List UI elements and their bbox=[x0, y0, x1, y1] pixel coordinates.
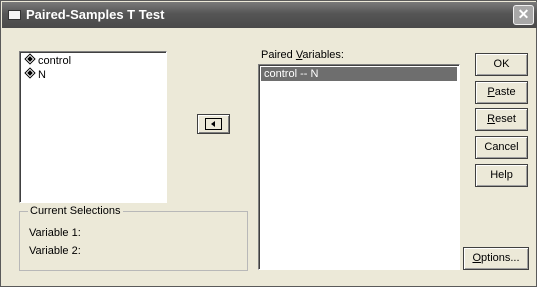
scale-variable-icon bbox=[24, 53, 36, 65]
variable1-label: Variable 1: bbox=[29, 227, 81, 239]
variable-name: control bbox=[38, 55, 72, 67]
paired-row-selected[interactable]: control -- N bbox=[261, 67, 457, 81]
paired-variables-list[interactable]: control -- N bbox=[258, 64, 460, 270]
variable2-label: Variable 2: bbox=[29, 245, 81, 257]
variable-name: N bbox=[38, 69, 46, 81]
move-variable-button[interactable] bbox=[197, 114, 230, 134]
options-button[interactable]: Options... bbox=[463, 247, 529, 270]
help-button[interactable]: Help bbox=[475, 164, 528, 187]
window-icon bbox=[8, 10, 21, 20]
scale-variable-icon bbox=[24, 67, 36, 79]
paired-samples-dialog: Paired-Samples T Test ✕ control N Curren… bbox=[0, 0, 537, 287]
reset-button[interactable]: Reset bbox=[475, 108, 528, 131]
close-icon: ✕ bbox=[517, 6, 530, 22]
title-bar: Paired-Samples T Test ✕ bbox=[2, 2, 537, 28]
current-selections-title: Current Selections bbox=[28, 205, 123, 217]
close-button[interactable]: ✕ bbox=[513, 5, 534, 25]
source-variable-list[interactable]: control N bbox=[19, 51, 167, 203]
list-item-n[interactable]: N bbox=[24, 67, 46, 82]
current-selections-group: Current Selections Variable 1: Variable … bbox=[19, 205, 248, 271]
paste-button[interactable]: Paste bbox=[475, 81, 528, 104]
move-left-arrow-icon bbox=[205, 118, 222, 130]
list-item-control[interactable]: control bbox=[24, 53, 72, 68]
ok-button[interactable]: OK bbox=[475, 53, 528, 76]
cancel-button[interactable]: Cancel bbox=[475, 136, 528, 159]
paired-variables-label: Paired Variables: bbox=[261, 49, 344, 61]
window-title: Paired-Samples T Test bbox=[26, 7, 165, 22]
